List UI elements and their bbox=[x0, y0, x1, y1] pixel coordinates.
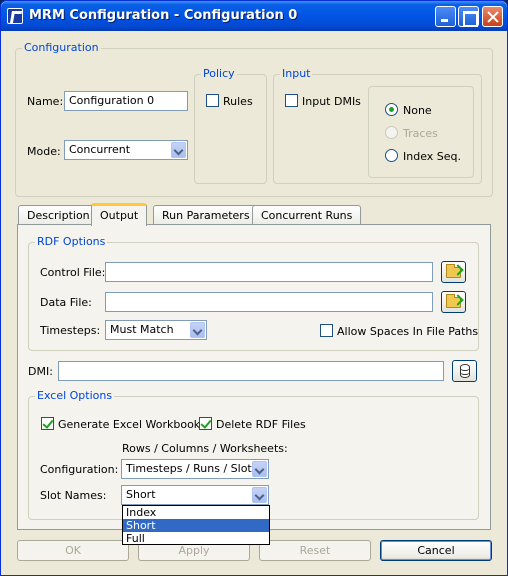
traces-radio bbox=[385, 126, 398, 139]
excel-configuration-select-value: Timesteps / Runs / Slots bbox=[126, 462, 258, 475]
timesteps-select[interactable]: Must Match bbox=[105, 320, 207, 340]
control-file-browse-button[interactable] bbox=[441, 261, 466, 283]
close-button[interactable] bbox=[482, 6, 503, 27]
dropdown-option-index[interactable]: Index bbox=[123, 506, 269, 519]
input-dmis-label[interactable]: Input DMIs bbox=[302, 95, 361, 108]
dmi-select-button[interactable] bbox=[452, 360, 477, 382]
rows-columns-header: Rows / Columns / Worksheets: bbox=[122, 442, 288, 455]
input-dmis-checkbox[interactable] bbox=[285, 94, 298, 107]
database-icon bbox=[460, 364, 470, 378]
tab-description[interactable]: Description bbox=[18, 205, 99, 225]
mode-select[interactable]: Concurrent bbox=[64, 140, 188, 160]
delete-rdf-checkbox[interactable] bbox=[199, 417, 212, 430]
allow-spaces-label[interactable]: Allow Spaces In File Paths bbox=[337, 325, 478, 338]
tab-run-parameters[interactable]: Run Parameters bbox=[153, 205, 259, 225]
app-logo-icon bbox=[7, 8, 23, 24]
rules-label[interactable]: Rules bbox=[223, 95, 253, 108]
reset-button[interactable]: Reset bbox=[259, 540, 371, 561]
title-bar[interactable]: MRM Configuration - Configuration 0 bbox=[1, 1, 507, 31]
generate-workbooks-label[interactable]: Generate Excel Workbooks bbox=[58, 418, 206, 431]
slot-names-select-value: Short bbox=[126, 488, 156, 501]
dmi-label: DMI: bbox=[28, 365, 53, 378]
none-radio-label[interactable]: None bbox=[403, 104, 432, 117]
mrm-configuration-window: MRM Configuration - Configuration 0 Conf… bbox=[0, 0, 508, 576]
generate-workbooks-checkbox[interactable] bbox=[41, 417, 54, 430]
slot-names-label: Slot Names: bbox=[40, 489, 107, 502]
minimize-button[interactable] bbox=[435, 6, 456, 27]
control-file-field[interactable] bbox=[105, 262, 433, 282]
rules-checkbox[interactable] bbox=[206, 94, 219, 107]
dropdown-option-full[interactable]: Full bbox=[123, 532, 269, 545]
delete-rdf-label[interactable]: Delete RDF Files bbox=[216, 418, 306, 431]
index-seq-radio-label[interactable]: Index Seq. bbox=[403, 150, 461, 163]
slot-names-dropdown-list: Index Short Full bbox=[122, 505, 270, 545]
slot-names-select[interactable]: Short bbox=[121, 485, 269, 505]
traces-radio-label: Traces bbox=[403, 127, 438, 140]
mode-label: Mode: bbox=[27, 145, 61, 158]
data-file-browse-button[interactable] bbox=[441, 291, 466, 313]
allow-spaces-checkbox[interactable] bbox=[320, 324, 333, 337]
chevron-down-icon[interactable] bbox=[190, 322, 205, 338]
window-title: MRM Configuration - Configuration 0 bbox=[29, 8, 298, 23]
tab-output[interactable]: Output bbox=[91, 203, 148, 226]
timesteps-select-value: Must Match bbox=[110, 323, 174, 336]
input-group-title: Input bbox=[280, 67, 313, 80]
mode-select-value: Concurrent bbox=[69, 143, 131, 156]
chevron-down-icon[interactable] bbox=[171, 142, 186, 158]
control-file-label: Control File: bbox=[40, 266, 106, 279]
configuration-group-title: Configuration bbox=[22, 41, 101, 54]
excel-configuration-select[interactable]: Timesteps / Runs / Slots bbox=[121, 459, 269, 479]
open-folder-icon bbox=[446, 264, 461, 278]
dmi-field[interactable] bbox=[58, 361, 444, 381]
chevron-down-icon[interactable] bbox=[252, 461, 267, 477]
excel-options-group-title: Excel Options bbox=[35, 389, 115, 402]
open-folder-icon bbox=[446, 294, 461, 308]
tab-concurrent-runs[interactable]: Concurrent Runs bbox=[252, 205, 362, 225]
cancel-button[interactable]: Cancel bbox=[380, 540, 492, 561]
name-field[interactable]: Configuration 0 bbox=[64, 91, 188, 111]
data-file-label: Data File: bbox=[40, 296, 92, 309]
none-radio[interactable] bbox=[385, 103, 398, 116]
index-seq-radio[interactable] bbox=[385, 149, 398, 162]
dropdown-option-short[interactable]: Short bbox=[123, 519, 269, 532]
policy-group-title: Policy bbox=[201, 67, 237, 80]
chevron-down-icon[interactable] bbox=[252, 487, 267, 503]
name-label: Name: bbox=[27, 95, 64, 108]
maximize-button[interactable] bbox=[458, 6, 479, 27]
data-file-field[interactable] bbox=[105, 292, 433, 312]
ok-button[interactable]: OK bbox=[17, 540, 129, 561]
policy-group: Policy bbox=[194, 67, 267, 184]
excel-configuration-label: Configuration: bbox=[40, 463, 119, 476]
rdf-options-group-title: RDF Options bbox=[35, 235, 108, 248]
timesteps-label: Timesteps: bbox=[40, 324, 101, 337]
